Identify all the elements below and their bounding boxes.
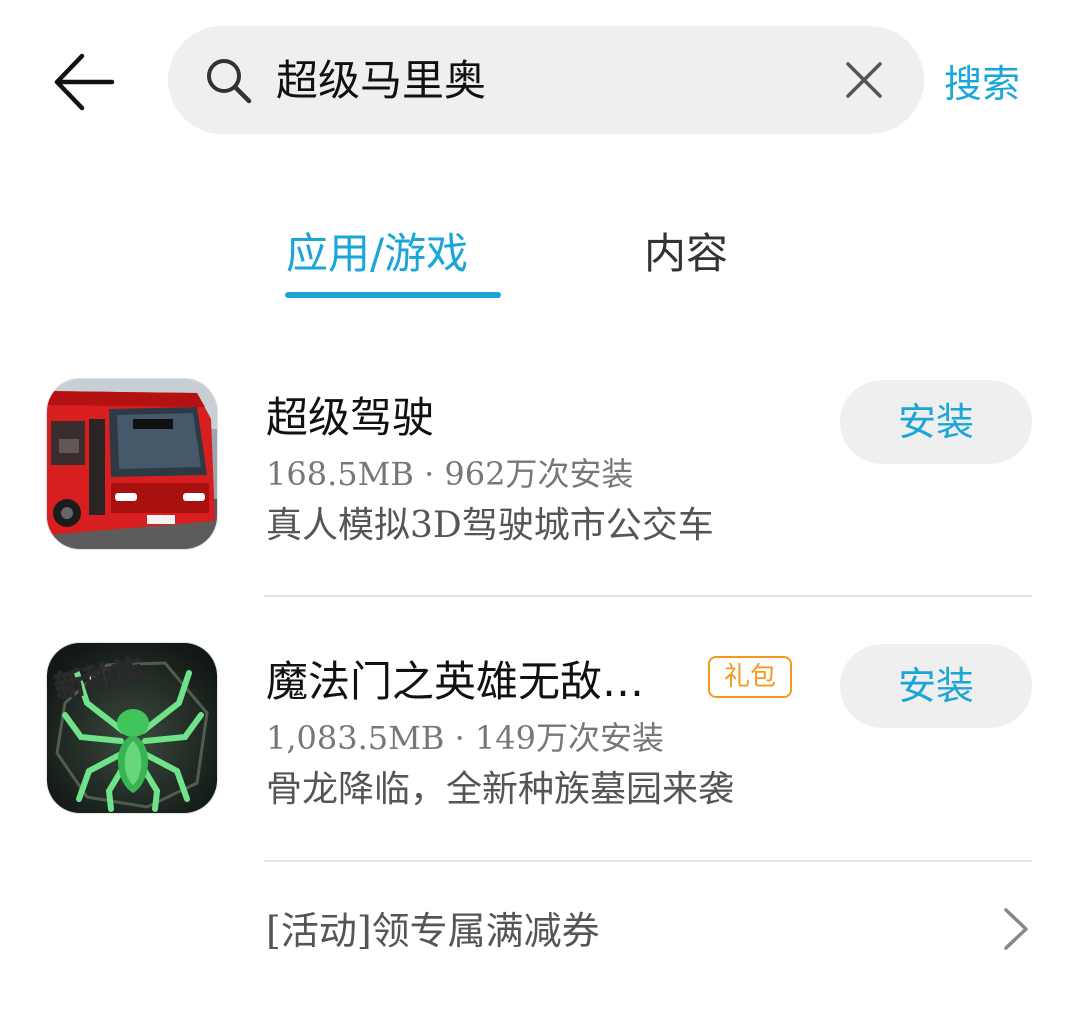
install-button[interactable]: 安装 xyxy=(840,380,1032,464)
chevron-right-icon xyxy=(1004,908,1028,950)
divider xyxy=(264,860,1032,862)
back-button[interactable] xyxy=(46,44,122,120)
active-tab-indicator xyxy=(285,292,501,298)
back-arrow-icon xyxy=(54,53,115,111)
app-description: 骨龙降临，全新种族墓园来袭 xyxy=(266,769,735,810)
tab-content[interactable]: 内容 xyxy=(644,222,744,286)
promo-row[interactable]: [活动]领专属满减券 xyxy=(0,880,1080,990)
icon-label-text: 新种族 xyxy=(51,652,148,703)
promo-text: [活动]领专属满减券 xyxy=(266,909,600,953)
red-bus-icon[interactable] xyxy=(46,378,218,550)
app-description: 真人模拟3D驾驶城市公交车 xyxy=(266,505,714,546)
list-item[interactable]: 超级驾驶 168.5MB · 962万次安装 真人模拟3D驾驶城市公交车 安装 xyxy=(0,340,1080,604)
gift-badge: 礼包 xyxy=(708,656,792,698)
tab-apps-games[interactable]: 应用/游戏 xyxy=(286,222,502,286)
app-meta: 1,083.5MB · 149万次安装 xyxy=(266,719,665,757)
search-bar xyxy=(168,26,924,134)
clear-icon[interactable] xyxy=(844,60,884,100)
search-button[interactable]: 搜索 xyxy=(944,56,1044,112)
app-meta: 168.5MB · 962万次安装 xyxy=(266,455,634,493)
app-name[interactable]: 魔法门之英雄无敌… xyxy=(266,654,644,710)
search-results-screen: 搜索 应用/游戏 内容 xyxy=(0,0,1080,1031)
install-button[interactable]: 安装 xyxy=(840,644,1032,728)
divider xyxy=(264,595,1032,597)
search-icon xyxy=(207,59,252,104)
list-item[interactable]: 新种族 魔法门之英雄无敌… 礼包 1,083.5MB · 149万次安装 骨龙降… xyxy=(0,604,1080,868)
app-name[interactable]: 超级驾驶 xyxy=(266,390,434,446)
svg-text:新种族: 新种族 xyxy=(51,653,147,703)
search-input[interactable] xyxy=(276,50,816,112)
green-spider-icon[interactable]: 新种族 xyxy=(46,642,218,814)
